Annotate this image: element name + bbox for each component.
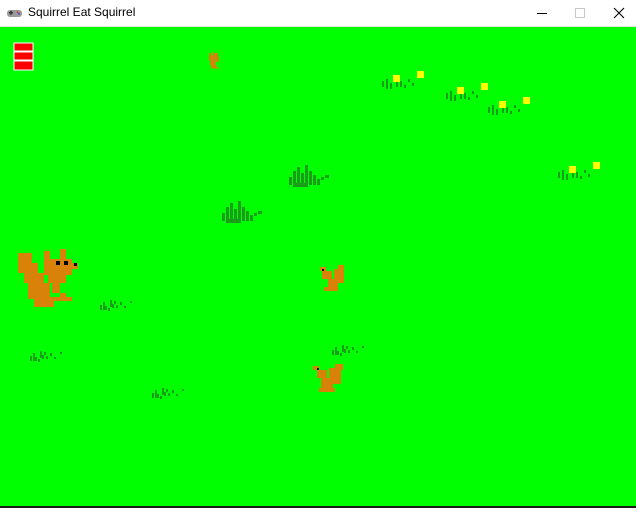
game-window: Squirrel Eat Squirrel <box>0 0 636 508</box>
health-bar <box>13 51 34 61</box>
flower-patch <box>446 83 488 101</box>
maximize-icon <box>574 7 585 18</box>
enemy-squirrel <box>313 364 343 392</box>
enemy-squirrel <box>209 51 219 69</box>
minimize-icon <box>536 12 547 14</box>
app-icon <box>7 10 22 17</box>
health-meter <box>13 42 34 71</box>
grass-tuft <box>152 388 184 399</box>
minimize-button[interactable] <box>523 0 561 26</box>
health-bar <box>13 42 34 52</box>
grass-patches <box>30 165 364 399</box>
enemy-squirrel <box>320 265 344 291</box>
close-button[interactable] <box>600 0 636 26</box>
window-title: Squirrel Eat Squirrel <box>28 5 136 19</box>
grass-tuft <box>100 300 132 311</box>
flower-patch <box>558 162 600 180</box>
grass-bush <box>289 165 329 187</box>
flower-patch <box>488 97 530 115</box>
player-squirrel <box>18 249 78 307</box>
game-field <box>13 42 600 399</box>
flower-patches <box>382 71 600 180</box>
grass-tuft <box>332 345 364 356</box>
close-icon <box>613 7 625 19</box>
health-bar <box>13 60 34 71</box>
game-canvas[interactable] <box>0 27 636 508</box>
title-bar[interactable]: Squirrel Eat Squirrel <box>0 0 636 27</box>
grass-bush <box>222 201 262 223</box>
grass-tuft <box>30 351 62 362</box>
flower-patch <box>382 71 424 89</box>
maximize-button[interactable] <box>561 0 599 26</box>
